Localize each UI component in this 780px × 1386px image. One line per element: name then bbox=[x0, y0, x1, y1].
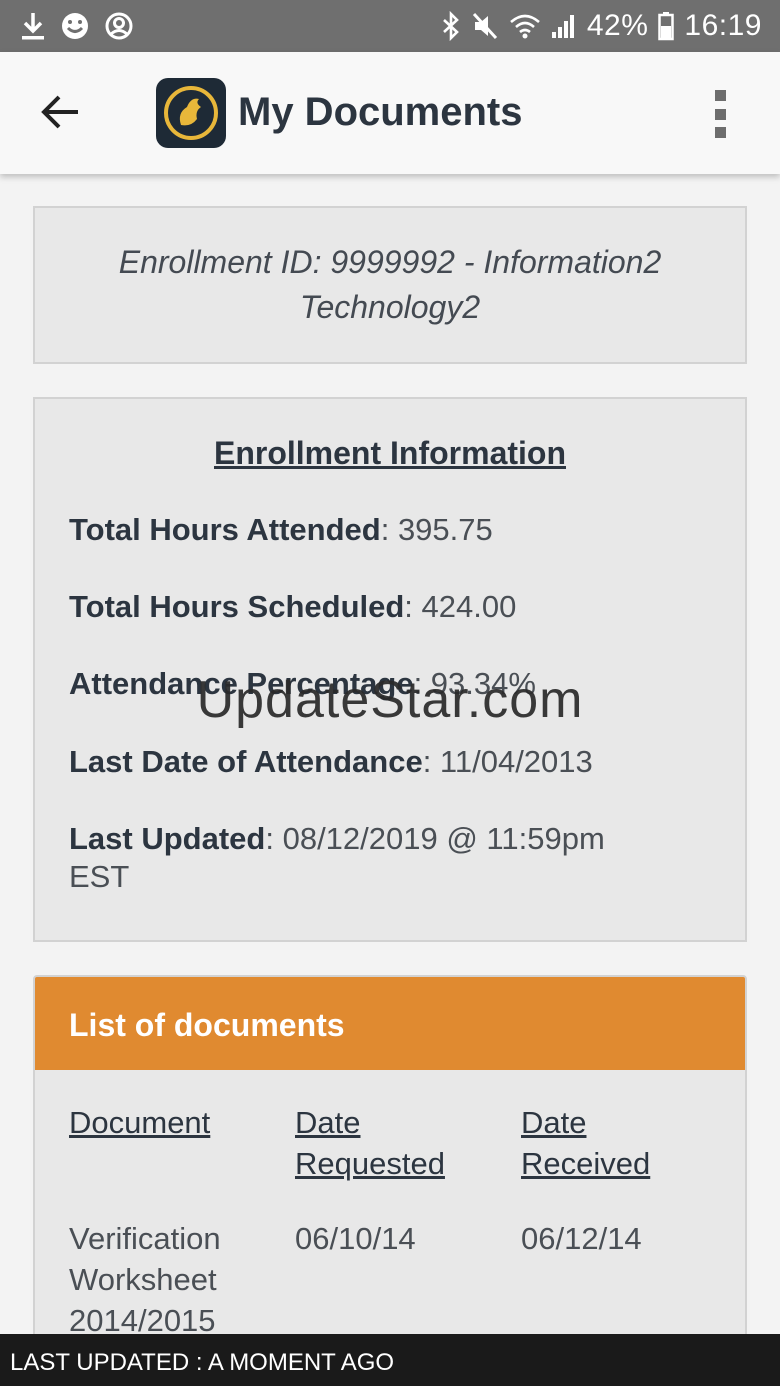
info-row-last-date-of-attendance: Last Date of Attendance: 11/04/2013 bbox=[69, 743, 709, 781]
info-label: Total Hours Scheduled bbox=[69, 589, 405, 624]
info-row-last-updated: Last Updated: 08/12/2019 @ 11:59pm EST bbox=[69, 820, 669, 896]
wifi-icon bbox=[509, 12, 541, 40]
status-bar-left bbox=[20, 11, 134, 41]
status-bar: 42% 16:19 bbox=[0, 0, 780, 52]
battery-percentage: 42% bbox=[586, 9, 649, 42]
enrollment-info-heading: Enrollment Information bbox=[214, 435, 566, 471]
enrollment-id-text: Enrollment ID: 9999992 - Information2 Te… bbox=[118, 244, 662, 325]
bluetooth-icon bbox=[441, 11, 461, 41]
app-bar: My Documents bbox=[0, 52, 780, 174]
face-icon bbox=[60, 11, 90, 41]
document-name: Verification Worksheet 2014/2015 bbox=[69, 1221, 221, 1338]
app-logo-icon bbox=[156, 78, 226, 148]
documents-card: List of documents Document Date Requeste… bbox=[33, 975, 747, 1375]
documents-header: List of documents bbox=[35, 977, 745, 1070]
info-row-total-hours-scheduled: Total Hours Scheduled: 424.00 bbox=[69, 588, 709, 626]
column-header-date-requested[interactable]: Date Requested bbox=[295, 1102, 495, 1184]
date-requested: 06/10/14 bbox=[295, 1221, 416, 1256]
date-received: 06/12/14 bbox=[521, 1221, 642, 1256]
info-value: : 424.00 bbox=[404, 589, 517, 624]
mute-icon bbox=[471, 11, 499, 41]
status-bar-right: 42% 16:19 bbox=[441, 9, 762, 43]
info-row-total-hours-attended: Total Hours Attended: 395.75 bbox=[69, 511, 709, 549]
column-header-date-received[interactable]: Date Received bbox=[521, 1102, 721, 1184]
battery-icon bbox=[658, 11, 675, 41]
info-row-attendance-percentage: Attendance Percentage: 93.34% bbox=[69, 665, 709, 703]
column-header-document[interactable]: Document bbox=[69, 1102, 269, 1143]
enrollment-id-card: Enrollment ID: 9999992 - Information2 Te… bbox=[33, 206, 747, 364]
last-updated-snackbar: LAST UPDATED : A MOMENT AGO bbox=[0, 1334, 780, 1386]
arrow-back-icon bbox=[40, 94, 80, 135]
more-vert-icon bbox=[714, 90, 726, 101]
info-label: Total Hours Attended bbox=[69, 512, 381, 547]
info-label: Last Updated bbox=[69, 821, 266, 856]
enrollment-info-card: Enrollment Information Total Hours Atten… bbox=[33, 397, 747, 942]
info-value: : 395.75 bbox=[380, 512, 493, 547]
info-value: : 11/04/2013 bbox=[422, 744, 593, 779]
overflow-menu-button[interactable] bbox=[706, 90, 734, 138]
page-title: My Documents bbox=[238, 90, 523, 134]
download-icon bbox=[20, 11, 46, 41]
signal-icon bbox=[551, 12, 577, 40]
clock: 16:19 bbox=[684, 9, 762, 42]
info-value: : 93.34% bbox=[413, 666, 536, 701]
account-circle-icon bbox=[104, 11, 134, 41]
back-button[interactable] bbox=[34, 88, 86, 140]
info-label: Attendance Percentage bbox=[69, 666, 414, 701]
info-label: Last Date of Attendance bbox=[69, 744, 423, 779]
